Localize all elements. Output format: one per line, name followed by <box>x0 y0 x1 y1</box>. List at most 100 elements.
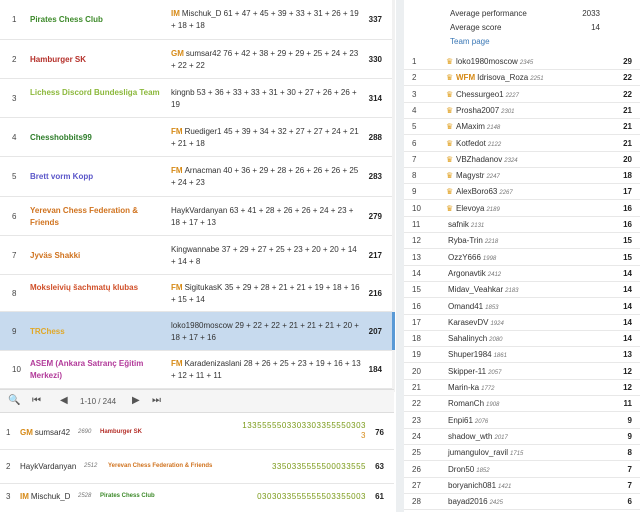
team-name[interactable]: TRChess <box>30 326 160 338</box>
team-row[interactable]: 8 Moksleivių šachmatų klubas FM SigitukasK … <box>0 275 394 312</box>
member-row[interactable]: 24 shadow_wth 2017 9 <box>404 429 640 445</box>
member-row[interactable]: 23 Enpi61 2076 9 <box>404 413 640 429</box>
member-name[interactable]: Midav_Veahkar 2183 <box>448 285 519 294</box>
member-row[interactable]: 1 ♛ loko1980moscow 2345 29 <box>404 54 640 70</box>
team-row[interactable]: 9 TRChess loko1980moscow 29 + 22 + 22 + 21… <box>0 312 394 351</box>
member-name[interactable]: OzzY666 1998 <box>448 253 496 262</box>
team-name[interactable]: Brett vorm Kopp <box>30 171 160 183</box>
member-name[interactable]: Enpi61 2076 <box>448 416 488 425</box>
team-name[interactable]: Hamburger SK <box>30 54 160 66</box>
team-name[interactable]: Lichess Discord Bundesliga Team <box>30 87 160 99</box>
team-name[interactable]: Moksleivių šachmatų klubas <box>30 282 160 294</box>
member-row[interactable]: 10 ♛ Elevoya 2189 16 <box>404 201 640 217</box>
member-row[interactable]: 2 ♛ WFM Idrisova_Roza 2251 22 <box>404 70 640 87</box>
team-lineup: FM Arnacman 40 + 36 + 29 + 28 + 26 + 26 +… <box>171 165 361 189</box>
member-row[interactable]: 18 Sahalinych 2080 14 <box>404 331 640 348</box>
player-team[interactable]: Hamburger SK <box>100 429 142 435</box>
member-name[interactable]: RomanCh 1908 <box>448 399 499 408</box>
team-name[interactable]: Pirates Chess Club <box>30 14 160 26</box>
member-row[interactable]: 20 Skipper-11 2057 12 <box>404 364 640 380</box>
team-row[interactable]: 6 Yerevan Chess Federation & Friends HaykV… <box>0 197 394 236</box>
member-name[interactable]: Prosha2007 2301 <box>456 106 515 115</box>
member-name[interactable]: safnik 2131 <box>448 220 484 229</box>
team-score: 283 <box>368 172 382 181</box>
member-row[interactable]: 25 jumangulov_ravil 1715 8 <box>404 445 640 462</box>
player-row[interactable]: 3 IM Mischuk_D 2528 Pirates Chess Club 030303… <box>0 480 394 512</box>
team-row[interactable]: 1 Pirates Chess Club IM Mischuk_D 61 + 47 +… <box>0 0 394 40</box>
member-row[interactable]: 27 boryanich081 1421 7 <box>404 478 640 494</box>
member-name[interactable]: bayad2016 2425 <box>448 497 503 506</box>
member-row[interactable]: 16 Omand41 1853 14 <box>404 299 640 315</box>
member-row[interactable]: 5 ♛ AMaxim 2148 21 <box>404 119 640 136</box>
member-name[interactable]: loko1980moscow 2345 <box>456 57 533 66</box>
last-page-icon[interactable]: ⏭ <box>152 395 161 406</box>
member-row[interactable]: 8 ♛ Magystr 2247 18 <box>404 168 640 185</box>
member-rating: 1908 <box>486 402 500 409</box>
member-name[interactable]: AlexBoro63 2267 <box>456 187 513 196</box>
team-name[interactable]: ASEM (Ankara Satranç Eğitim Merkezi) <box>30 358 160 382</box>
member-name[interactable]: Kotfedot 2122 <box>456 139 501 148</box>
member-name[interactable]: AMaxim 2148 <box>456 122 500 131</box>
member-row[interactable]: 13 OzzY666 1998 15 <box>404 250 640 266</box>
member-name[interactable]: shadow_wth 2017 <box>448 432 508 441</box>
member-name[interactable]: jumangulov_ravil 1715 <box>448 448 523 457</box>
team-name[interactable]: Yerevan Chess Federation & Friends <box>30 205 160 229</box>
member-name[interactable]: Shuper1984 1861 <box>448 350 507 359</box>
team-row[interactable]: 2 Hamburger SK GM sumsar42 76 + 42 + 38 + 2… <box>0 40 394 79</box>
member-name[interactable]: boryanich081 1421 <box>448 481 511 490</box>
team-name[interactable]: Jyväs Shakki <box>30 250 160 262</box>
member-rating: 1853 <box>485 304 499 311</box>
member-name[interactable]: Argonavtik 2412 <box>448 269 501 278</box>
member-name[interactable]: WFM Idrisova_Roza 2251 <box>456 73 544 82</box>
member-row[interactable]: 19 Shuper1984 1861 13 <box>404 347 640 364</box>
member-name[interactable]: Magystr 2247 <box>456 171 500 180</box>
member-row[interactable]: 22 RomanCh 1908 11 <box>404 396 640 413</box>
member-row[interactable]: 15 Midav_Veahkar 2183 14 <box>404 282 640 299</box>
member-row[interactable]: 21 Marin-ka 1772 12 <box>404 380 640 396</box>
team-row[interactable]: 3 Lichess Discord Bundesliga Team kingnb 5… <box>0 79 394 118</box>
member-name[interactable]: Elevoya 2189 <box>456 204 500 213</box>
player-name[interactable]: HaykVardanyan <box>20 462 76 471</box>
member-row[interactable]: 17 KarasevDV 1924 14 <box>404 315 640 331</box>
next-page-icon[interactable]: ▶ <box>132 395 140 406</box>
team-row[interactable]: 7 Jyväs Shakki Kingwannabe 37 + 29 + 27 + … <box>0 236 394 275</box>
member-name[interactable]: Ryba-Trin 2218 <box>448 236 498 245</box>
team-row[interactable]: 10 ASEM (Ankara Satranç Eğitim Merkezi) FM… <box>0 351 394 389</box>
member-row[interactable]: 9 ♛ AlexBoro63 2267 17 <box>404 184 640 201</box>
player-name[interactable]: IM Mischuk_D <box>20 492 70 501</box>
prev-page-icon[interactable]: ◀ <box>60 395 68 406</box>
member-row[interactable]: 28 bayad2016 2425 6 <box>404 494 640 511</box>
stat-label: Average performance <box>450 9 527 18</box>
member-row[interactable]: 3 ♛ Chessurgeo1 2227 22 <box>404 87 640 103</box>
member-name[interactable]: Dron50 1852 <box>448 465 490 474</box>
team-page-link[interactable]: Team page <box>450 37 490 46</box>
member-row[interactable]: 14 Argonavtik 2412 14 <box>404 266 640 282</box>
member-name[interactable]: KarasevDV 1924 <box>448 318 504 327</box>
player-team[interactable]: Yerevan Chess Federation & Friends <box>108 463 212 469</box>
member-name[interactable]: Sahalinych 2080 <box>448 334 503 343</box>
team-row[interactable]: 5 Brett vorm Kopp FM Arnacman 40 + 36 + 29 … <box>0 157 394 197</box>
player-row[interactable]: 2 HaykVardanyan 2512 Yerevan Chess Federati… <box>0 450 394 484</box>
member-row[interactable]: 12 Ryba-Trin 2218 15 <box>404 233 640 250</box>
member-name[interactable]: Chessurgeo1 2227 <box>456 90 519 99</box>
player-name[interactable]: GM sumsar42 <box>20 428 70 437</box>
player-row[interactable]: 1 GM sumsar42 2690 Hamburger SK 1335555503303… <box>0 416 394 450</box>
member-row[interactable]: 7 ♛ VBZhadanov 2324 20 <box>404 152 640 168</box>
member-name[interactable]: Omand41 1853 <box>448 302 499 311</box>
team-name[interactable]: Chesshobbits99 <box>30 132 160 144</box>
member-name[interactable]: VBZhadanov 2324 <box>456 155 518 164</box>
member-row[interactable]: 26 Dron50 1852 7 <box>404 462 640 478</box>
member-row[interactable]: 6 ♛ Kotfedot 2122 21 <box>404 136 640 152</box>
member-name[interactable]: Marin-ka 1772 <box>448 383 494 392</box>
team-row[interactable]: 4 Chesshobbits99 FM Ruediger1 45 + 39 + 34 … <box>0 118 394 157</box>
player-team[interactable]: Pirates Chess Club <box>100 493 155 499</box>
member-rating: 2183 <box>505 288 519 295</box>
scrollbar-thumb[interactable] <box>392 312 395 350</box>
member-row[interactable]: 4 ♛ Prosha2007 2301 21 <box>404 103 640 119</box>
search-icon[interactable]: 🔍 <box>8 395 20 406</box>
member-rank: 16 <box>412 301 421 311</box>
member-name[interactable]: Skipper-11 2057 <box>448 367 501 376</box>
member-row[interactable]: 11 safnik 2131 16 <box>404 217 640 233</box>
stat-value: 2033 <box>582 9 600 18</box>
first-page-icon[interactable]: ⏮ <box>32 395 41 406</box>
